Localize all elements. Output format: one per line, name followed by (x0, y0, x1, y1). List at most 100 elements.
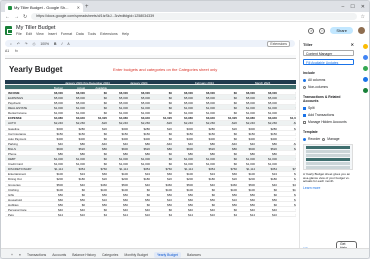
cell-value: $14 (58, 213, 63, 218)
back-icon[interactable]: ← (5, 14, 10, 20)
sidebar-description: A Yearly Budget sheet gives you an at-a-… (303, 172, 351, 184)
sheets-favicon-icon (8, 5, 12, 10)
redo-icon[interactable]: ↷ (25, 42, 28, 46)
tiller-sidebar: Tiller ✕ Content Manager Fill Available U… (299, 40, 357, 257)
section-template: Template (303, 130, 318, 134)
sheet-tab[interactable]: Balance History (72, 253, 96, 257)
cell-value: $14 (123, 213, 128, 218)
print-icon[interactable]: ⎙ (33, 42, 36, 46)
cell-value: $4 (233, 213, 237, 218)
minimize-icon[interactable]: – (342, 3, 345, 12)
template-preview (303, 144, 353, 170)
share-button[interactable]: Share (330, 27, 353, 34)
menu-data[interactable]: Data (76, 32, 84, 36)
budget-table: January 2024 thru December 2024 January … (5, 80, 297, 218)
section-include: Include (303, 71, 315, 75)
avatar[interactable] (358, 27, 365, 34)
menu-view[interactable]: View (36, 32, 44, 36)
option-none[interactable]: Non-columns (303, 85, 354, 89)
search-menus-icon[interactable]: ⌕ (10, 42, 12, 46)
cell-value: $10 (145, 213, 150, 218)
new-tab-icon[interactable]: + (85, 3, 89, 12)
check-split[interactable]: Split (303, 106, 354, 110)
italic-icon[interactable]: I (61, 42, 62, 46)
option-all[interactable]: All columns (303, 78, 354, 82)
section-transactions: Transactions & Related Accounts (303, 95, 341, 103)
selected-action[interactable]: Fill Available Updates (303, 59, 354, 65)
address-bar: ← → ↻ https://docs.google.com/spreadshee… (1, 12, 369, 22)
keep-icon[interactable] (362, 55, 368, 60)
sheets-logo-icon[interactable] (5, 26, 13, 35)
sheet-grid[interactable]: Yearly Budget Enter budgets and categori… (5, 55, 296, 257)
cell-reference[interactable]: A1 (5, 49, 9, 53)
menu-extensions[interactable]: Extensions (100, 32, 118, 36)
menu-help[interactable]: Help (122, 32, 129, 36)
formula-bar: A1 fx (5, 48, 295, 54)
sheet-tab[interactable]: Yearly Budget (153, 251, 181, 258)
url-field[interactable]: https://docs.google.com/spreadsheets/d/1… (31, 13, 357, 20)
bold-icon[interactable]: B (54, 42, 56, 46)
cell-value: $14 (250, 213, 255, 218)
calendar-icon[interactable] (362, 44, 368, 49)
toolbar: ⌕ ↶ ↷ ⎙ 100% B I A Extensions (5, 40, 295, 47)
comments-icon[interactable]: ▭ (319, 27, 326, 34)
cell-value: $10 (80, 213, 85, 218)
tiller-addon-icon[interactable] (362, 88, 368, 93)
sheet-tab[interactable]: Transactions (27, 253, 46, 257)
tab-title: My Tiller Budget - Google Sh... (14, 5, 69, 10)
sheet-tab[interactable]: Balances (187, 253, 201, 257)
bookmark-star-icon[interactable]: ☆ (361, 14, 365, 20)
sheet-tab[interactable]: Monthly Budget (124, 253, 148, 257)
all-sheets-icon[interactable]: ≡ (19, 253, 21, 257)
add-sheet-icon[interactable]: + (11, 253, 13, 257)
sheet-tab[interactable]: Accounts (52, 253, 66, 257)
extensions-button[interactable]: Extensions (267, 40, 290, 47)
menu-tools[interactable]: Tools (88, 32, 96, 36)
cell-value: $10 (210, 213, 215, 218)
browser-tab[interactable]: My Tiller Budget - Google Sh... ✕ (5, 3, 83, 12)
close-tab-icon[interactable]: ✕ (77, 5, 80, 10)
side-rail (359, 40, 369, 257)
radio-off-icon[interactable] (322, 137, 326, 141)
cell-value: $4 (103, 213, 107, 218)
check-add[interactable]: Add Transactions (303, 113, 354, 117)
menu-insert[interactable]: Insert (48, 32, 57, 36)
radio-on-icon[interactable] (303, 137, 306, 141)
cell-value: $14 (188, 213, 193, 218)
radio-on-icon (303, 78, 306, 82)
close-sidebar-icon[interactable]: ✕ (351, 42, 354, 47)
radio-off-icon (303, 85, 306, 89)
sheet-heading: Yearly Budget (9, 65, 63, 74)
contacts-icon[interactable] (362, 77, 368, 82)
reload-icon[interactable]: ↻ (23, 14, 27, 20)
tab-strip: My Tiller Budget - Google Sh... ✕ + – ☐ … (1, 1, 369, 12)
sheet-tabs: + ≡ Transactions Accounts Balance History C… (1, 248, 369, 258)
sheets-header: My Tiller Budget File Edit View Insert F… (1, 22, 369, 39)
learn-more-link[interactable]: Learn more (303, 186, 354, 190)
undo-icon[interactable]: ↶ (17, 42, 20, 46)
menu-bar: File Edit View Insert Format Data Tools … (16, 32, 129, 36)
checkbox-icon (303, 120, 306, 124)
sheet-tab[interactable]: Categories (102, 253, 118, 257)
checkbox-icon (303, 113, 306, 117)
forward-icon[interactable]: → (14, 14, 19, 20)
check-hidden[interactable]: Manage Hidden Accounts (303, 120, 354, 124)
history-icon[interactable]: ↺ (308, 27, 315, 34)
menu-edit[interactable]: Edit (26, 32, 32, 36)
tasks-icon[interactable] (362, 66, 368, 71)
table-row[interactable]: Pets $14 $10 $4 $14 $10 $4 $14 $10 $4 $14 $10 $4 (5, 212, 297, 218)
checkbox-icon (303, 106, 306, 110)
template-options: Reorder Manage (303, 137, 354, 141)
menu-format[interactable]: Format (61, 32, 72, 36)
window-controls: – ☐ ✕ (342, 3, 369, 12)
text-color-icon[interactable]: A (67, 42, 69, 46)
cell-value: $4 (281, 213, 297, 217)
doc-title[interactable]: My Tiller Budget (16, 25, 129, 31)
maximize-icon[interactable]: ☐ (350, 3, 354, 12)
content-dropdown[interactable]: Content Manager (303, 50, 354, 56)
sidebar-title: Tiller (303, 42, 313, 47)
close-window-icon[interactable]: ✕ (361, 3, 365, 12)
row-label: Pets (8, 213, 14, 218)
zoom-select[interactable]: 100% (40, 42, 49, 46)
menu-file[interactable]: File (16, 32, 22, 36)
